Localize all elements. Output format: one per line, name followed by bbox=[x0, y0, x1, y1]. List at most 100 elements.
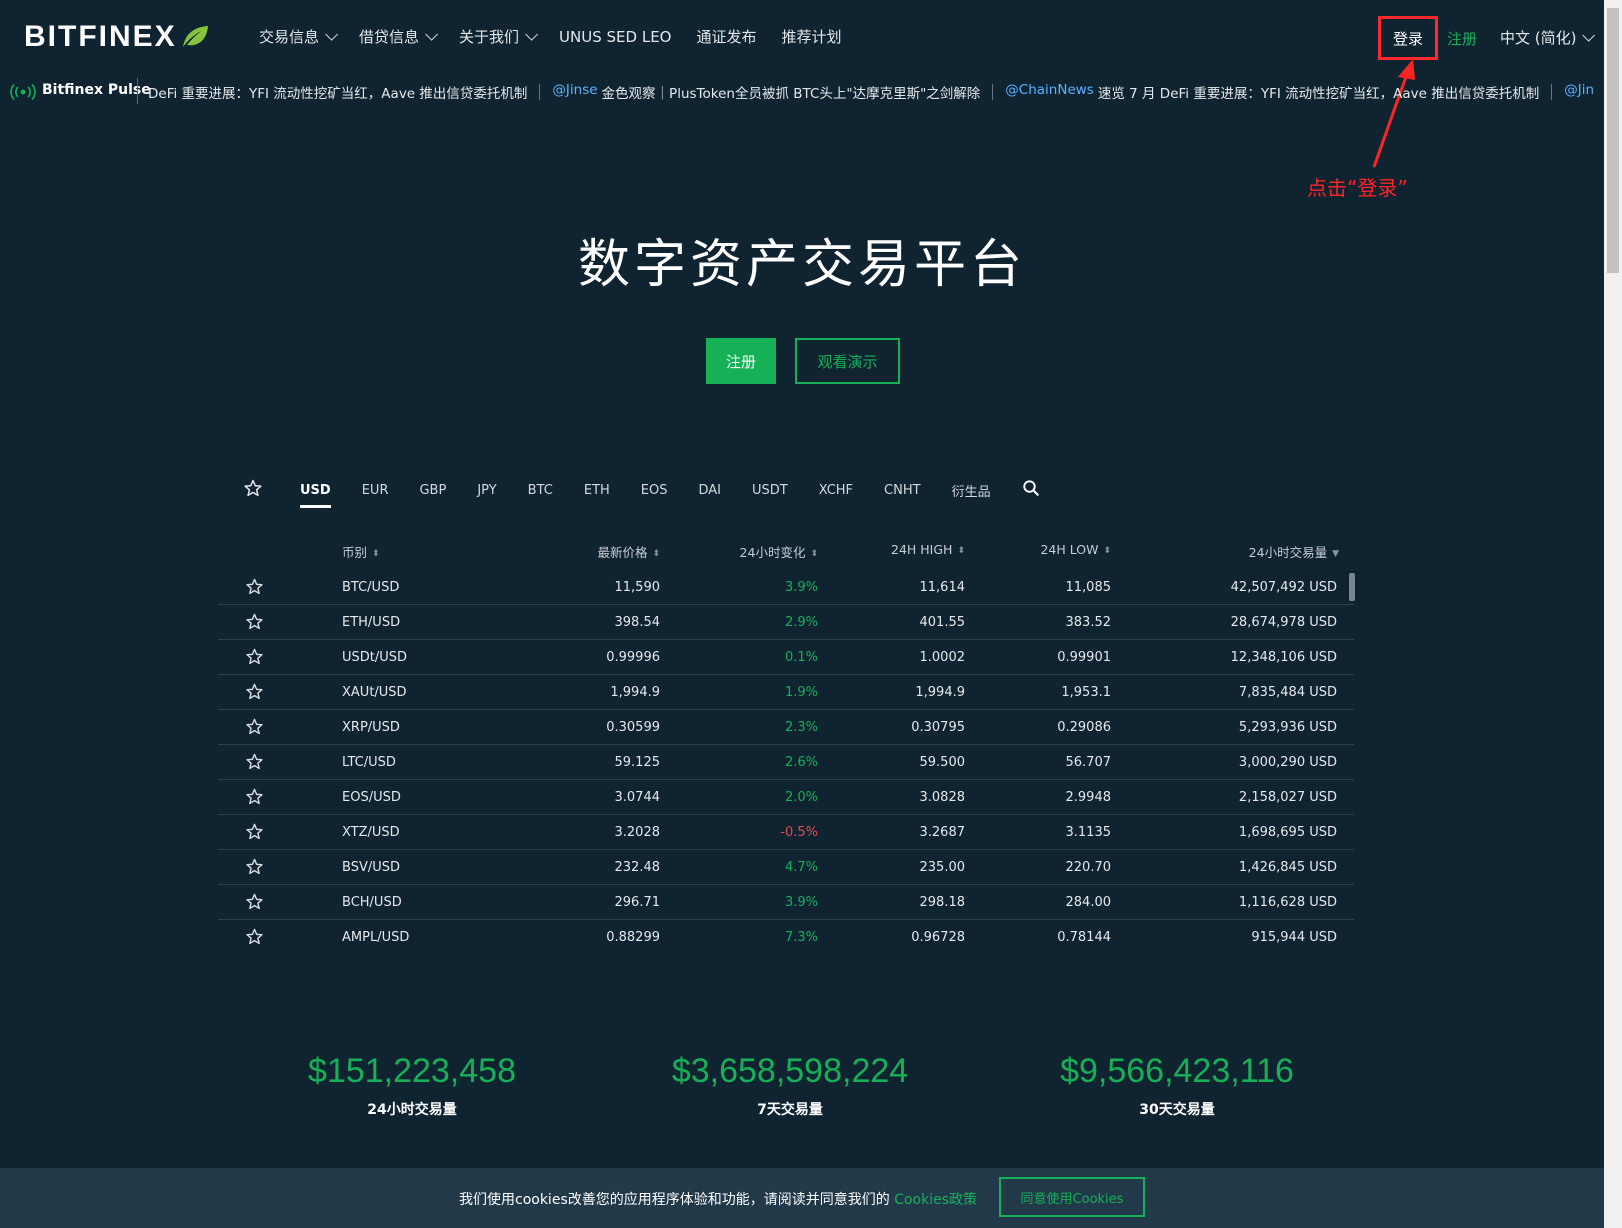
ticker-author[interactable]: @Jinse bbox=[552, 82, 597, 102]
last-price-cell: 296.71 bbox=[614, 895, 661, 910]
nav-link-2[interactable]: 关于我们 bbox=[459, 26, 539, 47]
table-row[interactable]: BCH/USD 296.71 3.9% 298.18 284.00 1,116,628 U… bbox=[218, 885, 1354, 920]
tab-eur[interactable]: EUR bbox=[362, 483, 389, 504]
nav-link-0[interactable]: 交易信息 bbox=[259, 26, 339, 47]
change-cell: 3.9% bbox=[784, 895, 818, 910]
change-cell: -0.5% bbox=[780, 825, 818, 840]
table-row[interactable]: XRP/USD 0.30599 2.3% 0.30795 0.29086 5,293,93… bbox=[218, 710, 1354, 745]
favorite-star-icon[interactable] bbox=[246, 613, 263, 634]
nav-link-label: UNUS SED LEO bbox=[559, 27, 672, 46]
chevron-down-icon bbox=[1582, 29, 1596, 42]
tab-jpy[interactable]: JPY bbox=[477, 483, 496, 504]
col-last-price[interactable]: 最新价格 ⬍ bbox=[597, 542, 660, 561]
tab-btc[interactable]: BTC bbox=[528, 483, 553, 504]
accept-cookies-button[interactable]: 同意使用Cookies bbox=[999, 1177, 1145, 1217]
table-row[interactable]: USDt/USD 0.99996 0.1% 1.0002 0.99901 12,348,1… bbox=[218, 640, 1354, 675]
page-scrollbar[interactable] bbox=[1604, 0, 1622, 1228]
ticker-title[interactable]: Bitfinex Pulse bbox=[42, 82, 151, 98]
col-24h-low[interactable]: 24H LOW ⬍ bbox=[1040, 542, 1111, 557]
table-row[interactable]: XAUt/USD 1,994.9 1.9% 1,994.9 1,953.1 7,835,4… bbox=[218, 675, 1354, 710]
table-row[interactable]: BTC/USD 11,590 3.9% 11,614 11,085 42,507,492 … bbox=[218, 570, 1354, 605]
logo-text: BITFINEX bbox=[24, 20, 177, 53]
col-24h-volume[interactable]: 24小时交易量 ▼ bbox=[1249, 542, 1339, 561]
change-cell: 2.9% bbox=[784, 615, 818, 630]
ticker-item[interactable]: @ChainNews 速览 7 月 DeFi 重要进展：YFI 流动性挖矿当红，A… bbox=[1005, 82, 1539, 102]
col-last-price-label: 最新价格 bbox=[597, 545, 648, 560]
high-cell: 401.55 bbox=[919, 615, 966, 630]
signup-link[interactable]: 注册 bbox=[1447, 28, 1477, 49]
tab-gbp[interactable]: GBP bbox=[419, 483, 446, 504]
last-price-cell: 11,590 bbox=[614, 580, 661, 595]
cookie-banner: 我们使用cookies改善您的应用程序体验和功能，请阅读并同意我们的 Cooki… bbox=[0, 1168, 1604, 1228]
volume-cell: 2,158,027 USD bbox=[1238, 790, 1337, 805]
favorite-star-icon[interactable] bbox=[246, 788, 263, 809]
tab-xchf[interactable]: XCHF bbox=[819, 483, 853, 504]
low-cell: 3.1135 bbox=[1065, 825, 1112, 840]
watch-demo-button[interactable]: 观看演示 bbox=[795, 338, 900, 384]
ticker-item[interactable]: @Jinse 金色观察｜PlusToken全员被抓 BTC头上"达摩克里斯"之剑解… bbox=[552, 82, 980, 102]
table-row[interactable]: LTC/USD 59.125 2.6% 59.500 56.707 3,000,290 U… bbox=[218, 745, 1354, 780]
table-row[interactable]: EOS/USD 3.0744 2.0% 3.0828 2.9948 2,158,027 U… bbox=[218, 780, 1354, 815]
favorite-star-icon[interactable] bbox=[246, 578, 263, 599]
favorite-star-icon[interactable] bbox=[246, 893, 263, 914]
bitfinex-logo[interactable]: BITFINEX bbox=[24, 20, 209, 54]
favorite-star-icon[interactable] bbox=[246, 858, 263, 879]
ticker-item[interactable]: DeFi 重要进展：YFI 流动性挖矿当红，Aave 推出信贷委托机制 bbox=[148, 82, 527, 102]
favorite-star-icon[interactable] bbox=[246, 753, 263, 774]
nav-link-4[interactable]: 通证发布 bbox=[696, 26, 756, 47]
tab-eos[interactable]: EOS bbox=[641, 483, 668, 504]
ticker-author[interactable]: @ChainNews bbox=[1005, 82, 1094, 102]
page-scrollbar-thumb[interactable] bbox=[1607, 8, 1619, 273]
table-row[interactable]: XTZ/USD 3.2028 -0.5% 3.2687 3.1135 1,698,695 … bbox=[218, 815, 1354, 850]
favorite-star-icon[interactable] bbox=[246, 928, 263, 949]
ticker-item[interactable]: @Jin bbox=[1564, 82, 1598, 102]
table-row[interactable]: BSV/USD 232.48 4.7% 235.00 220.70 1,426,845 U… bbox=[218, 850, 1354, 885]
change-cell: 2.6% bbox=[784, 755, 818, 770]
cookie-message: 我们使用cookies改善您的应用程序体验和功能，请阅读并同意我们的 Cooki… bbox=[459, 1189, 977, 1209]
high-cell: 3.2687 bbox=[919, 825, 966, 840]
nav-link-5[interactable]: 推荐计划 bbox=[782, 26, 842, 47]
ticker-author[interactable]: @Jin bbox=[1564, 82, 1594, 102]
volume-cell: 5,293,936 USD bbox=[1238, 720, 1337, 735]
col-pair[interactable]: 币别 ⬍ bbox=[342, 542, 380, 561]
tab-cnht[interactable]: CNHT bbox=[884, 483, 921, 504]
table-row[interactable]: ETH/USD 398.54 2.9% 401.55 383.52 28,674,978 … bbox=[218, 605, 1354, 640]
table-scrollbar[interactable] bbox=[1349, 573, 1355, 601]
volume-cell: 1,116,628 USD bbox=[1238, 895, 1337, 910]
change-cell: 2.0% bbox=[784, 790, 818, 805]
favorites-star-icon[interactable] bbox=[244, 479, 262, 507]
news-ticker: Bitfinex Pulse DeFi 重要进展：YFI 流动性挖矿当红，Aav… bbox=[0, 74, 1604, 108]
hero-signup-button[interactable]: 注册 bbox=[706, 338, 776, 384]
nav-link-1[interactable]: 借贷信息 bbox=[359, 26, 439, 47]
volume-cell: 1,426,845 USD bbox=[1238, 860, 1337, 875]
tab-usd[interactable]: USD bbox=[300, 483, 331, 508]
favorite-star-icon[interactable] bbox=[246, 718, 263, 739]
sort-icon: ⬍ bbox=[372, 548, 380, 559]
col-pair-label: 币别 bbox=[342, 545, 368, 560]
col-24h-volume-label: 24小时交易量 bbox=[1248, 545, 1328, 560]
ticker-separator bbox=[539, 84, 541, 100]
login-button[interactable]: 登录 bbox=[1378, 16, 1438, 60]
favorite-star-icon[interactable] bbox=[246, 683, 263, 704]
pair-cell: AMPL/USD bbox=[342, 930, 410, 945]
col-24h-change[interactable]: 24小时变化 ⬍ bbox=[740, 542, 818, 561]
favorite-star-icon[interactable] bbox=[246, 823, 263, 844]
stat-label: 24小时交易量 bbox=[367, 1102, 457, 1118]
favorite-star-icon[interactable] bbox=[246, 648, 263, 669]
market-tabs: USD EUR GBP JPY BTC ETH EOS DAI USDT XCHF CNHT 衍生品 bbox=[244, 478, 1071, 508]
sort-icon: ⬍ bbox=[1103, 545, 1111, 556]
tab-usdt[interactable]: USDT bbox=[752, 483, 788, 504]
pair-cell: BSV/USD bbox=[342, 860, 400, 875]
cookie-policy-link[interactable]: Cookies政策 bbox=[894, 1192, 977, 1208]
low-cell: 0.29086 bbox=[1057, 720, 1111, 735]
nav-link-3[interactable]: UNUS SED LEO bbox=[559, 26, 671, 47]
tab-dai[interactable]: DAI bbox=[699, 483, 722, 504]
tab-衍生品[interactable]: 衍生品 bbox=[952, 481, 991, 506]
tab-eth[interactable]: ETH bbox=[584, 483, 610, 504]
change-cell: 3.9% bbox=[784, 580, 818, 595]
language-selector[interactable]: 中文 (简化) bbox=[1500, 27, 1596, 48]
search-icon[interactable] bbox=[1022, 479, 1040, 507]
table-row[interactable]: AMPL/USD 0.88299 7.3% 0.96728 0.78144 915,944… bbox=[218, 920, 1354, 955]
volume-cell: 915,944 USD bbox=[1251, 930, 1337, 945]
col-24h-high[interactable]: 24H HIGH ⬍ bbox=[891, 542, 965, 557]
